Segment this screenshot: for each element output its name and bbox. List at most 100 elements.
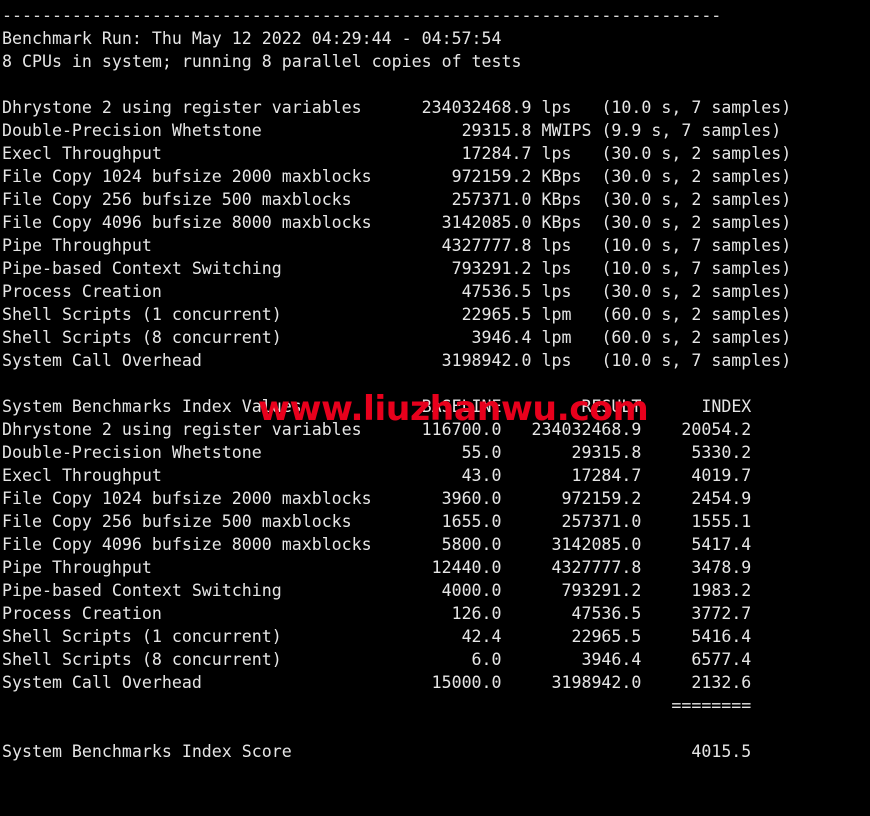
result-row: Execl Throughput 17284.7 lps (30.0 s, 2 … bbox=[0, 142, 870, 165]
result-row-detail: (30.0 s, 2 samples) bbox=[601, 167, 792, 186]
result-row-value: 22965.5 bbox=[381, 305, 532, 324]
result-row-value: 3946.4 bbox=[381, 328, 532, 347]
index-row: File Copy 256 bufsize 500 maxblocks 1655… bbox=[0, 510, 870, 533]
index-row-baseline: 43.0 bbox=[381, 466, 502, 485]
index-row-index: 4019.7 bbox=[641, 466, 752, 485]
index-column-header: INDEX bbox=[641, 397, 752, 416]
index-row-index: 1983.2 bbox=[641, 581, 752, 600]
index-row-baseline: 55.0 bbox=[381, 443, 502, 462]
index-row-baseline: 12440.0 bbox=[381, 558, 502, 577]
spacer-2 bbox=[0, 372, 870, 395]
index-row-baseline: 42.4 bbox=[381, 627, 502, 646]
index-row: File Copy 1024 bufsize 2000 maxblocks 39… bbox=[0, 487, 870, 510]
index-row: Shell Scripts (8 concurrent) 6.0 3946.4 … bbox=[0, 648, 870, 671]
result-row: System Call Overhead 3198942.0 lps (10.0… bbox=[0, 349, 870, 372]
index-row-result: 972159.2 bbox=[501, 489, 642, 508]
result-row-detail: (30.0 s, 2 samples) bbox=[601, 282, 792, 301]
result-row-name: Shell Scripts (8 concurrent) bbox=[2, 328, 382, 347]
result-row-detail: (9.9 s, 7 samples) bbox=[601, 121, 782, 140]
index-row: Pipe Throughput 12440.0 4327777.8 3478.9 bbox=[0, 556, 870, 579]
index-row: Process Creation 126.0 47536.5 3772.7 bbox=[0, 602, 870, 625]
result-row-name: File Copy 4096 bufsize 8000 maxblocks bbox=[2, 213, 382, 232]
index-row-name: System Call Overhead bbox=[2, 673, 382, 692]
result-row-unit: lps bbox=[531, 282, 602, 301]
index-row: Execl Throughput 43.0 17284.7 4019.7 bbox=[0, 464, 870, 487]
index-row-name: Shell Scripts (1 concurrent) bbox=[2, 627, 382, 646]
index-row-index: 1555.1 bbox=[641, 512, 752, 531]
result-row-detail: (10.0 s, 7 samples) bbox=[601, 236, 792, 255]
index-row-result: 3946.4 bbox=[501, 650, 642, 669]
index-column-header: BASELINE bbox=[381, 397, 502, 416]
index-row: Pipe-based Context Switching 4000.0 7932… bbox=[0, 579, 870, 602]
result-row-name: Dhrystone 2 using register variables bbox=[2, 98, 382, 117]
result-row-value: 257371.0 bbox=[381, 190, 532, 209]
result-row-detail: (30.0 s, 2 samples) bbox=[601, 213, 792, 232]
result-row-value: 4327777.8 bbox=[381, 236, 532, 255]
benchmark-results-block: Dhrystone 2 using register variables 234… bbox=[0, 96, 870, 372]
index-row-name: Double-Precision Whetstone bbox=[2, 443, 382, 462]
result-row-name: Process Creation bbox=[2, 282, 382, 301]
result-row-value: 3198942.0 bbox=[381, 351, 532, 370]
index-row-index: 5330.2 bbox=[641, 443, 752, 462]
index-row-name: Process Creation bbox=[2, 604, 382, 623]
index-row-name: Dhrystone 2 using register variables bbox=[2, 420, 382, 439]
result-row-unit: KBps bbox=[531, 190, 602, 209]
result-row: File Copy 4096 bufsize 8000 maxblocks 31… bbox=[0, 211, 870, 234]
result-row-name: Pipe Throughput bbox=[2, 236, 382, 255]
result-row-detail: (10.0 s, 7 samples) bbox=[601, 259, 792, 278]
index-row-baseline: 15000.0 bbox=[381, 673, 502, 692]
spacer-1 bbox=[0, 73, 870, 96]
result-row-name: Pipe-based Context Switching bbox=[2, 259, 382, 278]
index-row-index: 20054.2 bbox=[641, 420, 752, 439]
result-row-unit: lpm bbox=[531, 328, 602, 347]
index-row-result: 22965.5 bbox=[501, 627, 642, 646]
result-row-unit: MWIPS bbox=[531, 121, 602, 140]
spacer-3 bbox=[0, 763, 870, 786]
index-row-index: 3478.9 bbox=[641, 558, 752, 577]
index-row: Dhrystone 2 using register variables 116… bbox=[0, 418, 870, 441]
result-row: Dhrystone 2 using register variables 234… bbox=[0, 96, 870, 119]
top-divider-rule: ----------------------------------------… bbox=[2, 6, 722, 25]
index-row-result: 17284.7 bbox=[501, 466, 642, 485]
result-row-value: 972159.2 bbox=[381, 167, 532, 186]
index-row-name: Pipe-based Context Switching bbox=[2, 581, 382, 600]
index-row-result: 29315.8 bbox=[501, 443, 642, 462]
result-row: Process Creation 47536.5 lps (30.0 s, 2 … bbox=[0, 280, 870, 303]
spacer-4 bbox=[0, 786, 870, 809]
index-row-index: 6577.4 bbox=[641, 650, 752, 669]
index-row-index: 2454.9 bbox=[641, 489, 752, 508]
result-row-name: Shell Scripts (1 concurrent) bbox=[2, 305, 382, 324]
result-row-name: Execl Throughput bbox=[2, 144, 382, 163]
result-row: Shell Scripts (1 concurrent) 22965.5 lpm… bbox=[0, 303, 870, 326]
result-row-name: File Copy 1024 bufsize 2000 maxblocks bbox=[2, 167, 382, 186]
benchmark-run-line: Benchmark Run: Thu May 12 2022 04:29:44 … bbox=[2, 29, 502, 48]
result-row-unit: KBps bbox=[531, 213, 602, 232]
index-column-header: RESULT bbox=[501, 397, 642, 416]
result-row: Shell Scripts (8 concurrent) 3946.4 lpm … bbox=[0, 326, 870, 349]
result-row-unit: lps bbox=[531, 236, 602, 255]
index-score-separator: ======== bbox=[0, 694, 870, 717]
index-row-baseline: 3960.0 bbox=[381, 489, 502, 508]
result-row-detail: (10.0 s, 7 samples) bbox=[601, 351, 792, 370]
result-row-value: 3142085.0 bbox=[381, 213, 532, 232]
result-row-unit: lps bbox=[531, 351, 602, 370]
index-row: Shell Scripts (1 concurrent) 42.4 22965.… bbox=[0, 625, 870, 648]
index-row-index: 2132.6 bbox=[641, 673, 752, 692]
result-row: Pipe Throughput 4327777.8 lps (10.0 s, 7… bbox=[0, 234, 870, 257]
index-spacer bbox=[0, 717, 870, 740]
cpu-count-line: 8 CPUs in system; running 8 parallel cop… bbox=[2, 52, 522, 71]
terminal-window[interactable]: ----------------------------------------… bbox=[0, 0, 870, 816]
index-score-label: System Benchmarks Index Score bbox=[2, 742, 642, 761]
result-row-unit: lpm bbox=[531, 305, 602, 324]
index-row-result: 234032468.9 bbox=[501, 420, 642, 439]
index-row-name: File Copy 4096 bufsize 8000 maxblocks bbox=[2, 535, 382, 554]
result-row-value: 234032468.9 bbox=[381, 98, 532, 117]
terminal-output: ----------------------------------------… bbox=[0, 4, 870, 816]
index-row: File Copy 4096 bufsize 8000 maxblocks 58… bbox=[0, 533, 870, 556]
index-row-name: Shell Scripts (8 concurrent) bbox=[2, 650, 382, 669]
result-row-unit: lps bbox=[531, 98, 602, 117]
index-row-baseline: 1655.0 bbox=[381, 512, 502, 531]
index-row-result: 3142085.0 bbox=[501, 535, 642, 554]
index-row-result: 3198942.0 bbox=[501, 673, 642, 692]
index-row: Double-Precision Whetstone 55.0 29315.8 … bbox=[0, 441, 870, 464]
